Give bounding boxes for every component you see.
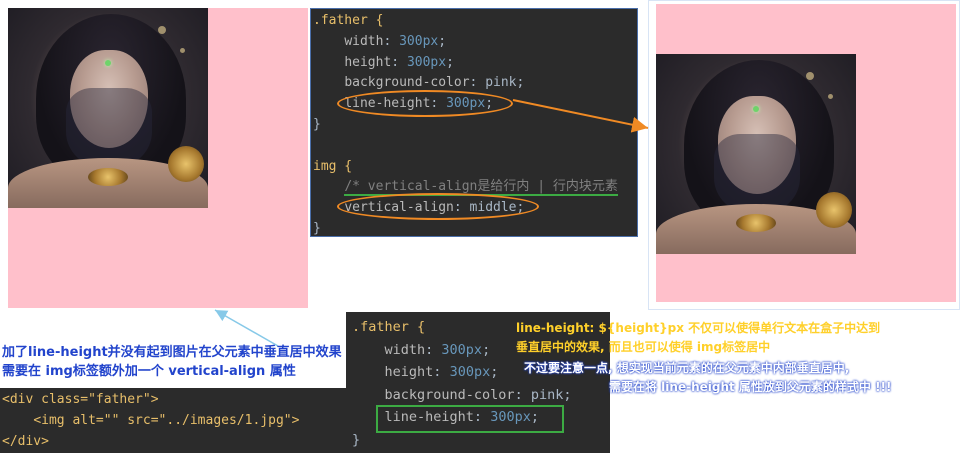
caption-right-line1: line-height: ${height}px 不仅可以使得单行文本在盒子中达… [516,321,881,335]
code-line: <img alt="" src="../images/1.jpg"> [33,412,300,428]
arrow-to-unaligned-demo [214,309,279,347]
caption-right-line4: 需要在将 line-height 属性放到父元素的样式中 !!! [609,380,892,394]
caption-left-line2: 需要在 img标签额外加一个 vertical-align 属性 [2,364,296,379]
caption-left-line1: 加了line-height并没有起到图片在父元素中垂直居中效果 [2,345,342,360]
caption-right-line2: 垂直居中的效果, 而且也可以使得 img标签居中 [516,340,771,354]
html-code-panel: <div class="father"> <img alt="" src="..… [0,388,346,453]
code-line: background-color: pink; [384,386,572,403]
code-line: <div class="father"> [2,392,159,407]
arrow-to-aligned-demo [512,99,649,133]
code-line: </div> [2,433,49,449]
line-height-highlight-rect [376,405,564,433]
caption-right-line3: 不过要注意一点, 想实现当前元素的在父元素中内部垂直居中, [524,361,850,375]
